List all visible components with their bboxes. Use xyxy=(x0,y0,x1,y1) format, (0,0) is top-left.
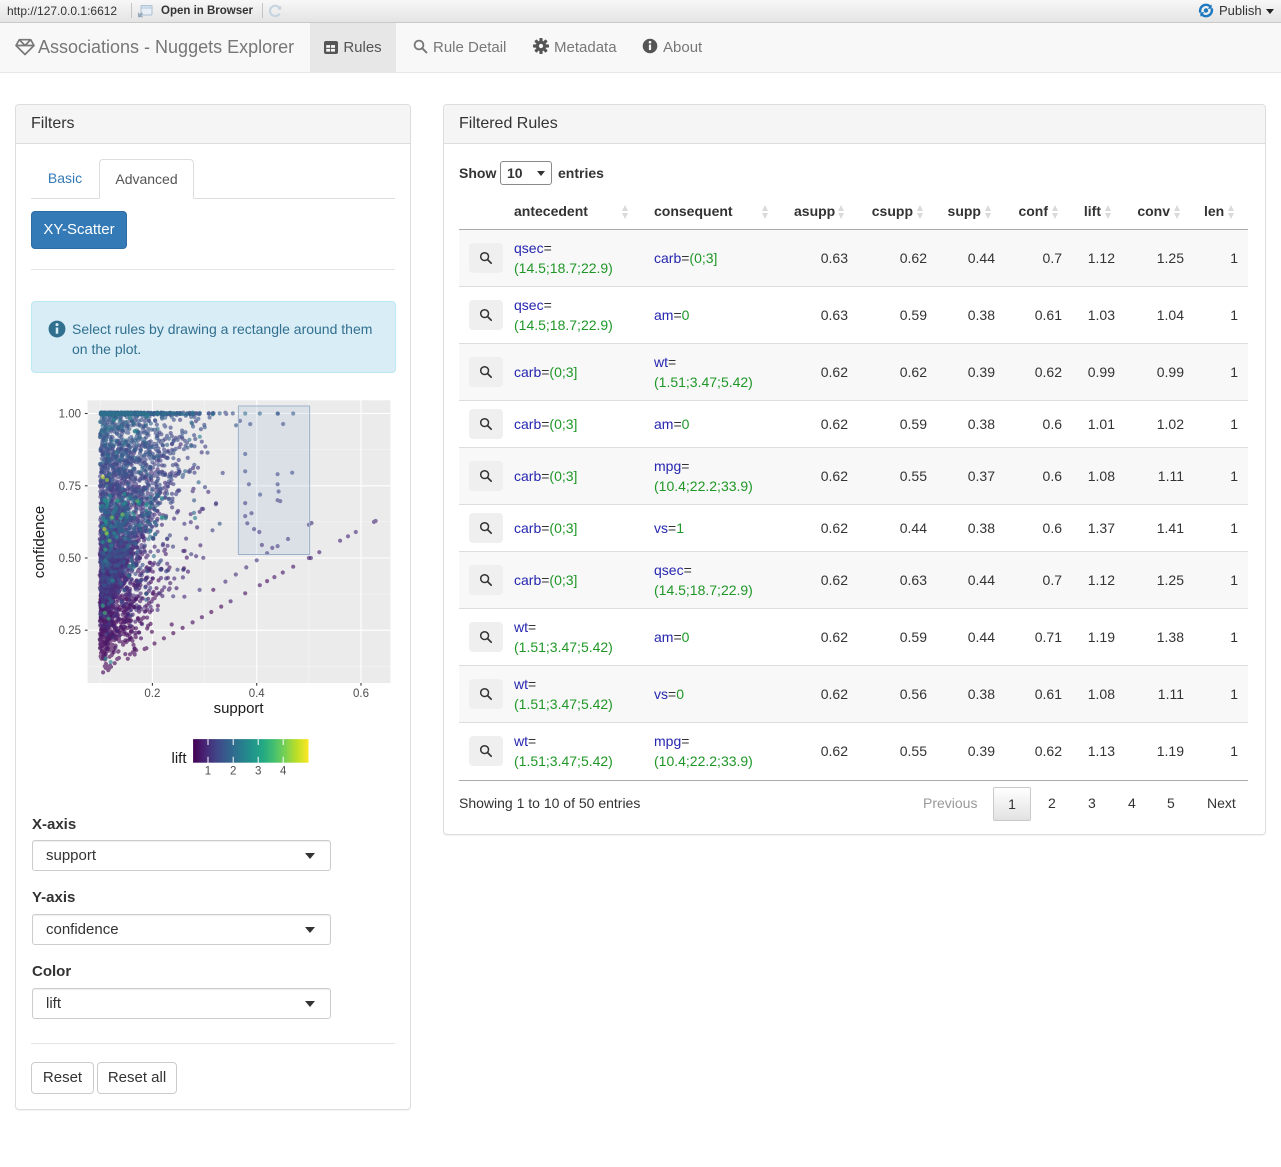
svg-text:lift: lift xyxy=(172,750,188,767)
svg-text:2: 2 xyxy=(230,766,236,778)
svg-text:0.75: 0.75 xyxy=(59,481,81,493)
svg-text:0.25: 0.25 xyxy=(59,625,81,637)
svg-text:0.4: 0.4 xyxy=(249,688,266,700)
svg-text:0.6: 0.6 xyxy=(353,688,369,700)
svg-text:0.2: 0.2 xyxy=(144,688,160,700)
svg-text:3: 3 xyxy=(255,766,261,778)
svg-text:0.50: 0.50 xyxy=(59,553,81,565)
svg-text:4: 4 xyxy=(280,766,287,778)
svg-text:support: support xyxy=(214,700,265,717)
svg-text:confidence: confidence xyxy=(31,506,48,579)
svg-text:1: 1 xyxy=(205,766,211,778)
svg-text:1.00: 1.00 xyxy=(59,409,81,421)
